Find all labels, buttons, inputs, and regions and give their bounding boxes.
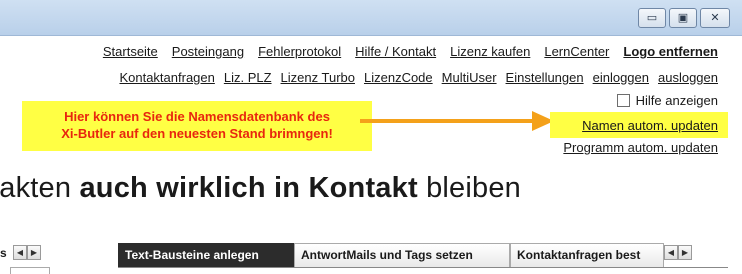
callout-note: Hier können Sie die Namensdatenbank des …: [22, 101, 372, 151]
left-tab-fragment: s: [0, 246, 7, 260]
scroll-right-icon[interactable]: ▶: [678, 245, 692, 260]
page-headline: takten auch wirklich in Kontakt bleiben: [0, 172, 521, 205]
nav-link-fehlerprotokol[interactable]: Fehlerprotokol: [258, 44, 341, 59]
arrow-icon: [360, 111, 554, 131]
nav-link-kontaktanfragen[interactable]: Kontaktanfragen: [119, 70, 214, 85]
help-label: Hilfe anzeigen: [635, 93, 718, 108]
nav-link-einloggen[interactable]: einloggen: [593, 70, 649, 85]
nav-link-liz-plz[interactable]: Liz. PLZ: [224, 70, 272, 85]
tab-kontaktanfragen[interactable]: Kontaktanfragen best: [510, 243, 664, 267]
nav-row-2: Kontaktanfragen Liz. PLZ Lizenz Turbo Li…: [119, 70, 718, 85]
nav-link-multiuser[interactable]: MultiUser: [442, 70, 497, 85]
headline-part-2: bleiben: [417, 172, 522, 204]
nav-link-startseite[interactable]: Startseite: [103, 44, 158, 59]
help-toggle[interactable]: Hilfe anzeigen: [616, 93, 718, 108]
nav-row-1: Startseite Posteingang Fehlerprotokol Hi…: [103, 44, 718, 59]
tab-text-bausteine[interactable]: Text-Bausteine anlegen: [118, 243, 294, 267]
update-names-link[interactable]: Namen autom. updaten: [582, 118, 718, 133]
nav-link-lizenz-turbo[interactable]: Lizenz Turbo: [281, 70, 355, 85]
nav-link-einstellungen[interactable]: Einstellungen: [506, 70, 584, 85]
maximize-button[interactable]: ▣: [669, 8, 697, 28]
nav-link-lizenzcode[interactable]: LizenzCode: [364, 70, 433, 85]
minimize-button[interactable]: ▭: [638, 8, 666, 28]
window-titlebar: ▭ ▣ ✕: [0, 0, 742, 36]
headline-bold: auch wirklich in Kontakt: [79, 172, 418, 204]
tab-scroller: ◀ ▶: [664, 245, 692, 260]
scroll-left-icon[interactable]: ◀: [13, 245, 27, 260]
nav-link-logo-entfernen[interactable]: Logo entfernen: [623, 44, 718, 59]
callout-line-1: Hier können Sie die Namensdatenbank des: [64, 109, 330, 124]
window-controls: ▭ ▣ ✕: [638, 8, 730, 28]
tab-antwortmails[interactable]: AntwortMails und Tags setzen: [294, 243, 510, 267]
left-panel-fragment: [10, 267, 50, 274]
headline-part-1: takten: [0, 172, 72, 204]
left-tab-scroller: ◀ ▶: [13, 245, 41, 260]
nav-link-hilfe-kontakt[interactable]: Hilfe / Kontakt: [355, 44, 436, 59]
help-checkbox[interactable]: [616, 94, 630, 107]
nav-link-lizenz-kaufen[interactable]: Lizenz kaufen: [450, 44, 530, 59]
scroll-right-icon[interactable]: ▶: [27, 245, 41, 260]
update-program-link[interactable]: Programm autom. updaten: [563, 140, 718, 155]
nav-link-lerncenter[interactable]: LernCenter: [544, 44, 609, 59]
callout-line-2: Xi-Butler auf den neuesten Stand brimnge…: [61, 126, 333, 141]
close-button[interactable]: ✕: [700, 8, 730, 28]
tab-divider: [118, 267, 728, 268]
nav-link-ausloggen[interactable]: ausloggen: [658, 70, 718, 85]
scroll-left-icon[interactable]: ◀: [664, 245, 678, 260]
nav-link-posteingang[interactable]: Posteingang: [172, 44, 244, 59]
